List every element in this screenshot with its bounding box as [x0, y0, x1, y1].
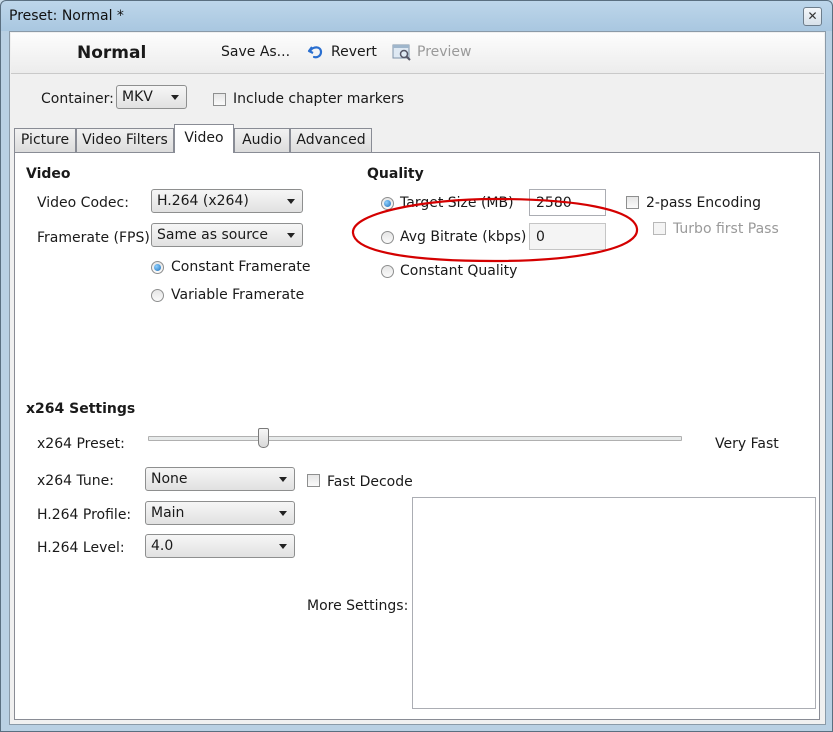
video-codec-label: Video Codec:: [37, 195, 129, 211]
avg-bitrate-input[interactable]: 0: [529, 223, 606, 250]
container-label: Container:: [41, 91, 114, 107]
close-button[interactable]: ✕: [803, 7, 822, 26]
video-codec-value: H.264 (x264): [157, 193, 249, 209]
more-settings-label: More Settings:: [307, 598, 409, 614]
target-size-value: 2580: [536, 195, 572, 211]
more-settings-textarea[interactable]: [412, 497, 816, 709]
h264-profile-label: H.264 Profile:: [37, 507, 132, 523]
avg-bitrate-radio[interactable]: [381, 231, 394, 244]
avg-bitrate-value: 0: [536, 229, 545, 245]
target-size-input[interactable]: 2580: [529, 189, 606, 216]
undo-arrow-icon[interactable]: [307, 43, 325, 61]
window-client: Normal Save As... Revert Preview Contain…: [9, 31, 826, 725]
chevron-down-icon: [279, 511, 287, 516]
save-as-button[interactable]: Save As...: [221, 44, 290, 60]
constant-framerate-label: Constant Framerate: [171, 259, 311, 275]
framerate-label: Framerate (FPS):: [37, 230, 155, 246]
turbo-first-pass-label: Turbo first Pass: [673, 221, 779, 237]
constant-framerate-radio[interactable]: [151, 261, 164, 274]
constant-quality-radio[interactable]: [381, 265, 394, 278]
x264-preset-label: x264 Preset:: [37, 436, 125, 452]
chevron-down-icon: [279, 477, 287, 482]
preset-window: Preset: Normal * ✕ Normal Save As... Rev…: [0, 0, 833, 732]
variable-framerate-radio[interactable]: [151, 289, 164, 302]
h264-level-label: H.264 Level:: [37, 540, 125, 556]
h264-profile-value: Main: [151, 505, 185, 521]
container-select[interactable]: MKV: [116, 85, 187, 109]
video-codec-select[interactable]: H.264 (x264): [151, 189, 303, 213]
fast-decode-label: Fast Decode: [327, 474, 413, 490]
tab-advanced[interactable]: Advanced: [290, 128, 372, 152]
title-bar[interactable]: Preset: Normal * ✕: [1, 1, 832, 31]
avg-bitrate-label: Avg Bitrate (kbps): [400, 229, 527, 245]
tab-picture[interactable]: Picture: [14, 128, 76, 152]
toolbar: Normal Save As... Revert Preview: [11, 33, 824, 74]
h264-profile-select[interactable]: Main: [145, 501, 295, 525]
tab-audio[interactable]: Audio: [234, 128, 290, 152]
revert-button[interactable]: Revert: [331, 44, 377, 60]
two-pass-label: 2-pass Encoding: [646, 195, 761, 211]
x264-heading: x264 Settings: [26, 401, 136, 417]
framerate-select[interactable]: Same as source: [151, 223, 303, 247]
framerate-value: Same as source: [157, 227, 268, 243]
target-size-label: Target Size (MB): [400, 195, 514, 211]
preview-button[interactable]: Preview: [417, 44, 472, 60]
two-pass-checkbox[interactable]: [626, 196, 639, 209]
x264-preset-value: Very Fast: [715, 436, 779, 452]
video-tab-panel: Video Video Codec: H.264 (x264) Framerat…: [14, 152, 820, 720]
window-title: Preset: Normal *: [9, 8, 124, 24]
h264-level-value: 4.0: [151, 538, 174, 554]
x264-preset-slider-track[interactable]: [148, 436, 682, 441]
close-icon: ✕: [807, 9, 818, 23]
tab-strip: Picture Video Filters Video Audio Advanc…: [14, 124, 820, 153]
x264-tune-select[interactable]: None: [145, 467, 295, 491]
tab-video[interactable]: Video: [174, 124, 234, 153]
chevron-down-icon: [279, 544, 287, 549]
chapter-markers-label: Include chapter markers: [233, 91, 405, 107]
target-size-radio[interactable]: [381, 197, 394, 210]
variable-framerate-label: Variable Framerate: [171, 287, 305, 303]
h264-level-select[interactable]: 4.0: [145, 534, 295, 558]
container-value: MKV: [122, 89, 153, 105]
turbo-first-pass-checkbox[interactable]: [653, 222, 666, 235]
tab-video-filters[interactable]: Video Filters: [76, 128, 174, 152]
x264-tune-value: None: [151, 471, 188, 487]
preview-window-icon: [392, 44, 411, 61]
preset-name: Normal: [77, 43, 147, 63]
fast-decode-checkbox[interactable]: [307, 474, 320, 487]
quality-heading: Quality: [367, 166, 424, 182]
x264-tune-label: x264 Tune:: [37, 473, 114, 489]
chapter-markers-checkbox[interactable]: [213, 93, 226, 106]
x264-preset-slider-thumb[interactable]: [258, 428, 269, 448]
chevron-down-icon: [287, 233, 295, 238]
chevron-down-icon: [287, 199, 295, 204]
chevron-down-icon: [171, 95, 179, 100]
constant-quality-label: Constant Quality: [400, 263, 518, 279]
video-heading: Video: [26, 166, 71, 182]
